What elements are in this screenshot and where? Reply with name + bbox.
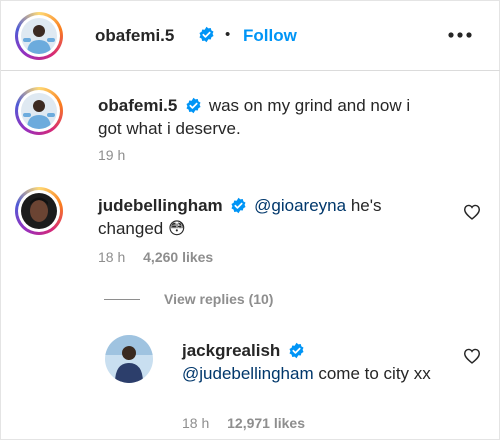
comment-mention[interactable]: @gioareyna: [254, 196, 346, 215]
more-horizontal-icon[interactable]: [447, 31, 473, 39]
reply-text: come to city xx: [313, 364, 431, 383]
profile-photo-icon: [21, 193, 57, 229]
flushed-emoji: 😳: [167, 219, 186, 238]
like-heart-icon[interactable]: [463, 348, 481, 364]
header-separator: •: [225, 26, 231, 43]
verified-badge-icon: [186, 97, 201, 113]
reply-avatar[interactable]: [105, 335, 153, 383]
caption-avatar[interactable]: [15, 87, 63, 135]
follow-button[interactable]: Follow: [243, 26, 297, 46]
profile-photo-icon: [21, 93, 57, 129]
caption-text-block: obafemi.5 was on my grind and now i got …: [98, 94, 438, 140]
caption-username[interactable]: obafemi.5: [98, 96, 177, 115]
reply-time[interactable]: 18 h: [182, 415, 209, 431]
comment-text-block: judebellingham @gioareyna he's changed 😳: [98, 194, 448, 240]
reply-text-block: jackgrealish @judebellingham come to cit…: [182, 339, 452, 385]
header-username[interactable]: obafemi.5: [95, 26, 174, 46]
like-heart-icon[interactable]: [463, 204, 481, 220]
comment-likes[interactable]: 4,260 likes: [143, 249, 213, 265]
reply-username[interactable]: jackgrealish: [182, 341, 280, 360]
replies-divider: [104, 299, 140, 300]
comment-avatar[interactable]: [15, 187, 63, 235]
comment-time[interactable]: 18 h: [98, 249, 125, 265]
profile-photo-icon: [105, 335, 153, 383]
profile-photo-icon: [21, 18, 57, 54]
verified-badge-icon: [199, 26, 214, 43]
view-replies-button[interactable]: View replies (10): [164, 291, 273, 307]
header-avatar[interactable]: [15, 12, 63, 60]
comment-username[interactable]: judebellingham: [98, 196, 223, 215]
verified-badge-icon: [231, 197, 246, 213]
verified-badge-icon: [289, 342, 304, 358]
post-header: obafemi.5 • Follow: [1, 1, 500, 71]
reply-likes[interactable]: 12,971 likes: [227, 415, 305, 431]
comments-panel: obafemi.5 • Follow obafemi.5 was on my g…: [0, 0, 500, 440]
reply-mention[interactable]: @judebellingham: [182, 364, 314, 383]
comment-meta: 18 h 4,260 likes: [98, 249, 213, 265]
reply-meta: 18 h 12,971 likes: [182, 415, 305, 431]
caption-time[interactable]: 19 h: [98, 147, 125, 163]
